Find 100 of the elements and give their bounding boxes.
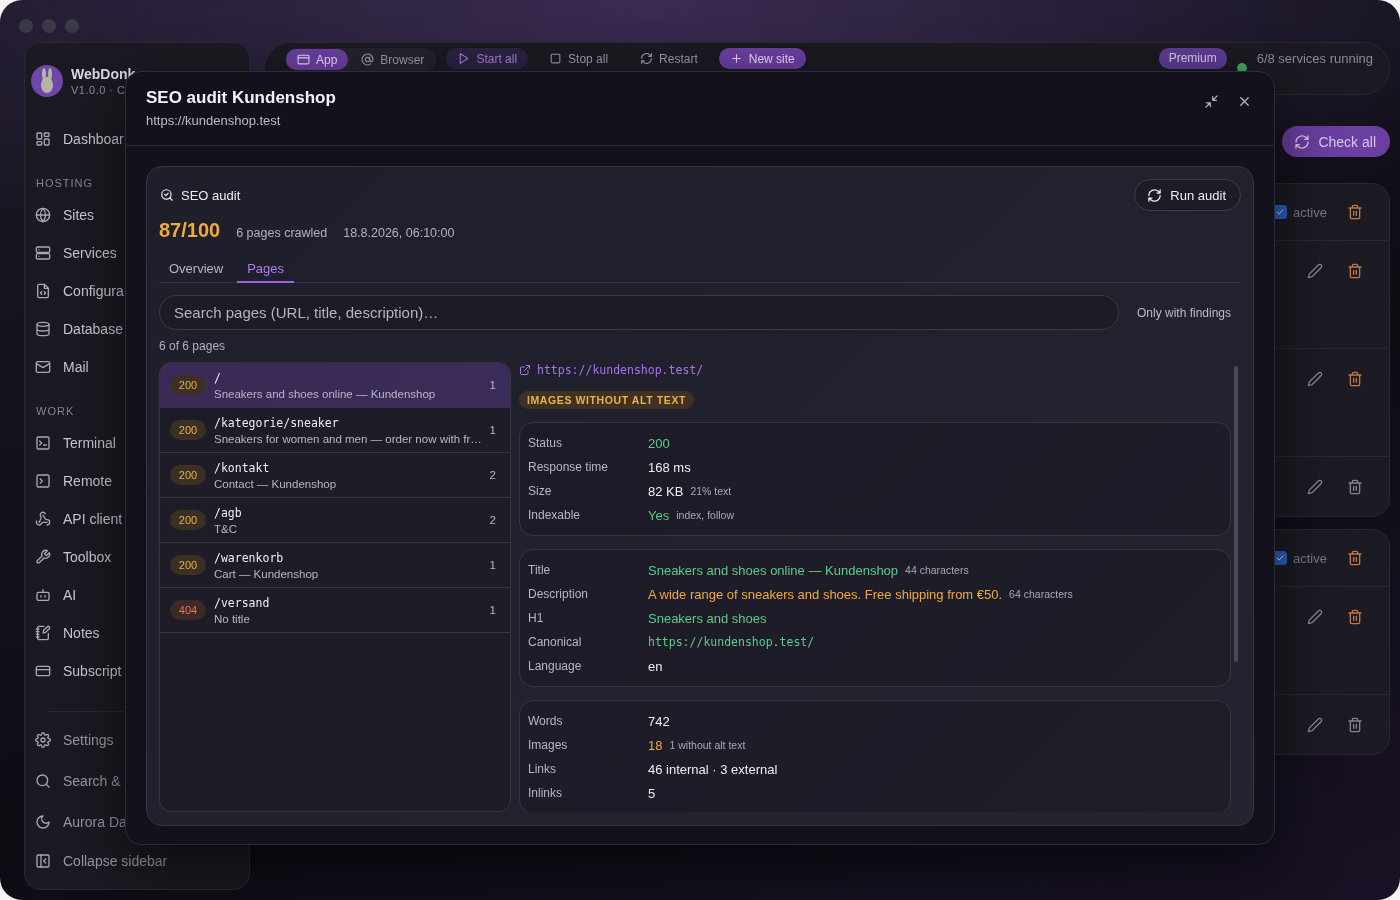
filter-toggle[interactable]: Only with findings [1136, 305, 1241, 320]
trash-icon [1347, 204, 1363, 220]
page-path: /kategorie/sneaker [214, 415, 340, 430]
database-icon [35, 321, 51, 337]
tab[interactable]: Overview [159, 255, 234, 283]
sidebar-item[interactable]: Services [25, 234, 119, 272]
sidebar-item[interactable]: Settings [25, 719, 116, 760]
field-note: 21% text [690, 485, 732, 497]
sidebar-item[interactable]: Notes [25, 614, 102, 652]
view-tab[interactable]: App [286, 49, 349, 70]
status-code: 200 [170, 555, 206, 575]
trash-icon[interactable] [1347, 263, 1363, 279]
toolbar-button[interactable]: Start all [446, 48, 529, 69]
field-label: Words [528, 714, 564, 728]
page-row[interactable]: 404 /versand No title 1 [160, 588, 510, 633]
field-value: Yes [648, 507, 670, 523]
status-label: active [1293, 204, 1327, 220]
trash-icon[interactable] [1347, 479, 1363, 495]
sidebar-item[interactable]: Subscript [25, 652, 124, 690]
close-icon[interactable] [1237, 94, 1252, 109]
findings-count: 2 [489, 469, 496, 481]
page-row[interactable]: 200 /warenkorb Cart — Kundenshop 1 [160, 543, 510, 588]
trash-icon [1347, 550, 1363, 566]
field-label: Description [528, 587, 590, 601]
sidebar-item[interactable]: Mail [25, 348, 91, 386]
field-note: 1 without alt text [669, 739, 746, 751]
pencil-icon[interactable] [1307, 263, 1323, 279]
trash-icon[interactable] [1347, 717, 1363, 733]
pages-crawled: 6 pages crawled [236, 226, 328, 240]
page-path: /versand [214, 595, 271, 610]
sidebar-item[interactable]: Collapse sidebar [25, 842, 170, 880]
field-label: Canonical [528, 635, 583, 649]
minimize-icon[interactable] [1204, 94, 1219, 109]
pencil-icon[interactable] [1307, 479, 1323, 495]
trash-icon[interactable] [1347, 609, 1363, 625]
page-row[interactable]: 200 /agb T&C 2 [160, 498, 510, 543]
page-row[interactable]: 200 /kontakt Contact — Kundenshop 2 [160, 453, 510, 498]
audit-timestamp: 18.8.2026, 06:10:00 [343, 226, 455, 240]
check-all-button[interactable]: Check all [1282, 126, 1390, 157]
field-value: 5 [648, 785, 656, 801]
sidebar-item[interactable]: Search & [25, 760, 123, 801]
toolbar-button[interactable]: Stop all [538, 48, 620, 69]
findings-count: 1 [489, 379, 496, 391]
field-value: 168 ms [648, 459, 691, 475]
toolbar-button[interactable]: New site [718, 48, 806, 69]
page-path: / [214, 370, 222, 385]
toolbar-button[interactable]: Restart [629, 48, 709, 69]
tab[interactable]: Pages [237, 255, 295, 283]
sidebar-item[interactable]: Database [25, 310, 125, 348]
globe-icon [35, 207, 51, 223]
sidebar-item[interactable]: Sites [25, 196, 97, 234]
page-title: Sneakers and shoes online — Kundenshop [214, 387, 437, 400]
sidebar-item[interactable]: Terminal [25, 424, 118, 462]
run-audit-button[interactable]: Run audit [1134, 179, 1241, 211]
page-title: Contact — Kundenshop [214, 477, 338, 490]
sidebar-item[interactable]: Dashboar [25, 120, 126, 158]
notebook-icon [35, 625, 51, 641]
mail-icon [35, 359, 51, 375]
refresh-icon [1294, 133, 1311, 150]
field-note: index, follow [676, 509, 734, 521]
field-value: 200 [648, 435, 670, 451]
refresh-icon [640, 52, 654, 65]
sidebar-collapse-icon [35, 853, 51, 869]
pencil-icon[interactable] [1307, 371, 1323, 387]
settings-icon [35, 731, 51, 748]
view-tab[interactable]: Browser [350, 49, 436, 70]
page-title: T&C [214, 522, 238, 535]
sidebar-item[interactable]: Configura [25, 272, 126, 310]
findings-count: 1 [489, 604, 496, 616]
field-note: 44 characters [905, 564, 969, 576]
field-label: Response time [528, 460, 610, 474]
page-row[interactable]: 200 /kategorie/sneaker Sneakers for women and men — order now with fr… 1 [160, 408, 510, 453]
field-label: Indexable [528, 508, 582, 522]
field-value: https://kundenshop.test/ [648, 633, 815, 651]
sidebar-item[interactable]: API client [25, 500, 125, 538]
sidebar-item[interactable]: Remote [25, 462, 115, 500]
page-row[interactable]: 200 / Sneakers and shoes online — Kundenshop 1 [160, 363, 510, 408]
pencil-icon[interactable] [1307, 717, 1323, 733]
findings-count: 1 [489, 559, 496, 571]
terminal-icon [35, 435, 51, 451]
sidebar-item[interactable]: AI [25, 576, 79, 614]
credit-card-icon [35, 663, 51, 679]
wrench-icon [35, 549, 51, 565]
at-sign-icon [361, 53, 375, 66]
status-code: 404 [170, 600, 206, 620]
app-version: V1.0.0 · C [71, 84, 126, 96]
field-label: Images [528, 738, 569, 752]
search-field[interactable]: Search pages (URL, title, description)… [159, 295, 1119, 330]
page-url-link[interactable]: https://kundenshop.test/ [519, 362, 704, 378]
page-title: No title [214, 612, 251, 625]
section-heading: WORK [36, 404, 76, 418]
field-value: 46 internal · 3 external [648, 761, 778, 777]
sidebar-item[interactable]: Toolbox [25, 538, 114, 576]
status-code: 200 [170, 375, 206, 395]
field-label: Size [528, 484, 553, 498]
external-link-icon [519, 364, 531, 376]
robot-icon [35, 587, 51, 603]
trash-icon[interactable] [1347, 371, 1363, 387]
pencil-icon[interactable] [1307, 609, 1323, 625]
status-label: active [1293, 550, 1327, 566]
